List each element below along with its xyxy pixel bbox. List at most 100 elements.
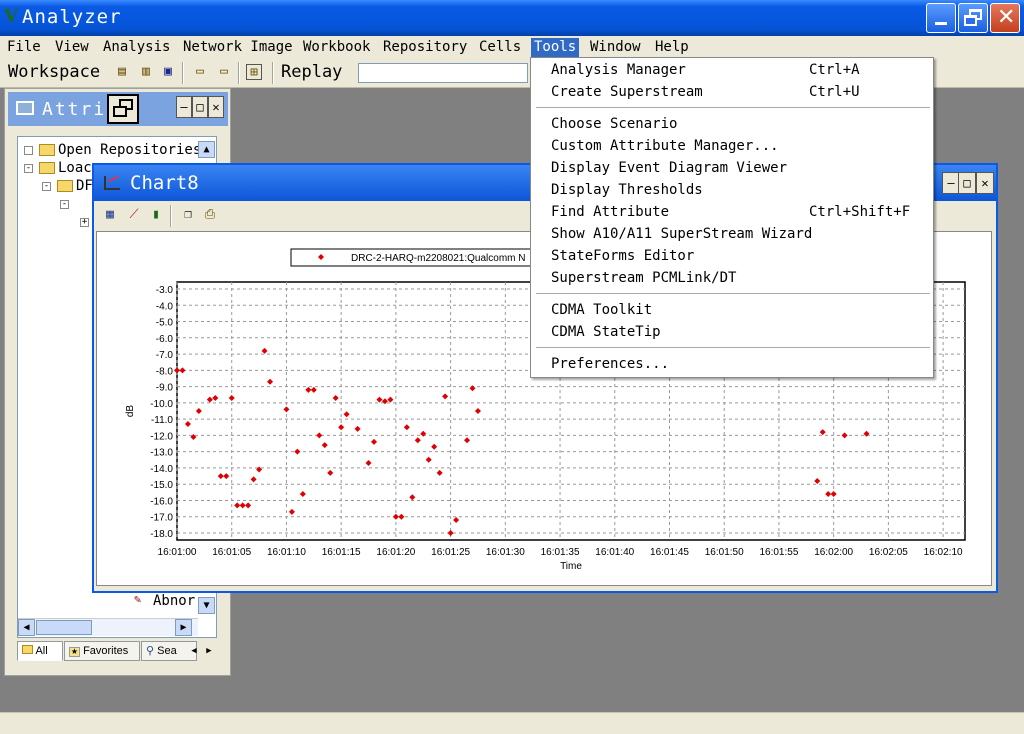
tab-scroll-left-icon[interactable]: ◀: [188, 643, 200, 659]
replay-input[interactable]: [358, 63, 528, 83]
tree-scroll-down-button[interactable]: ▼: [198, 597, 215, 614]
tab-search-label: Sea: [157, 645, 177, 657]
open-folder-icon[interactable]: ▭: [192, 64, 208, 80]
print-icon[interactable]: ⎙: [202, 207, 218, 223]
x-tick-label: 16:01:25: [431, 547, 470, 558]
chart-close-button[interactable]: ✕: [976, 172, 994, 194]
menu-workbook[interactable]: Workbook: [300, 38, 373, 58]
y-tick-label: -6.0: [156, 334, 174, 345]
menu-separator: [536, 347, 930, 348]
chart-series-icon[interactable]: ⟋: [126, 207, 142, 223]
open-workspace-icon[interactable]: ▥: [138, 64, 154, 80]
scroll-right-button[interactable]: ▶: [175, 619, 192, 636]
y-tick-label: -15.0: [150, 480, 173, 491]
minimize-button[interactable]: [926, 3, 956, 33]
tree-collapse-icon[interactable]: -: [60, 200, 69, 209]
tree-collapse-icon[interactable]: -: [24, 164, 33, 173]
menu-cells[interactable]: Cells: [476, 38, 524, 58]
folder-group-icon[interactable]: ▭: [216, 64, 232, 80]
search-icon: ⚲: [146, 645, 155, 657]
scroll-left-button[interactable]: ◀: [18, 619, 35, 636]
folder-icon: [39, 162, 55, 174]
x-tick-label: 16:01:10: [267, 547, 306, 558]
chevron-up-icon: ▲: [203, 144, 210, 155]
menu-view[interactable]: View: [52, 38, 92, 58]
x-tick-label: 16:02:10: [924, 547, 963, 558]
scroll-thumb[interactable]: [36, 620, 92, 635]
y-axis-label: dB: [125, 405, 136, 418]
bar-chart-icon[interactable]: ▮: [148, 207, 164, 223]
tab-all[interactable]: All: [17, 641, 63, 661]
panel-maximize-button[interactable]: □: [192, 96, 208, 118]
menu-repository[interactable]: Repository: [380, 38, 470, 58]
x-tick-label: 16:01:35: [541, 547, 580, 558]
menu-separator: [536, 293, 930, 294]
tab-favorites-label: Favorites: [83, 645, 129, 657]
y-tick-label: -9.0: [156, 383, 174, 394]
menu-analysis-manager[interactable]: Analysis Manager: [551, 62, 686, 78]
panel-minimize-button[interactable]: –: [176, 96, 192, 118]
menu-find-attribute[interactable]: Find Attribute: [551, 204, 669, 220]
window-switch-icon[interactable]: [107, 94, 139, 124]
close-icon: ✕: [997, 5, 1016, 30]
chevron-left-icon: ◀: [23, 622, 30, 633]
tab-all-label: All: [35, 645, 48, 657]
shortcut-ctrl-a: Ctrl+A: [809, 62, 860, 78]
tree-item-open-repositories[interactable]: Open Repositories: [58, 142, 201, 158]
close-button[interactable]: ✕: [990, 3, 1020, 33]
menu-window[interactable]: Window: [587, 38, 644, 58]
menu-analysis[interactable]: Analysis: [100, 38, 173, 58]
chevron-down-icon: ▼: [203, 600, 210, 611]
layout-icon[interactable]: ⊞: [246, 64, 262, 80]
menu-file[interactable]: File: [4, 38, 44, 58]
chart-window-title: Chart8: [130, 172, 199, 194]
tree-item-abnormal[interactable]: Abnor: [153, 593, 195, 609]
menu-display-event-diagram-viewer[interactable]: Display Event Diagram Viewer: [551, 160, 787, 176]
new-workspace-icon[interactable]: ▤: [114, 64, 130, 80]
menu-stateforms-editor[interactable]: StateForms Editor: [551, 248, 694, 264]
tab-scroll-right-icon[interactable]: ▶: [203, 643, 215, 659]
tree-expand-icon[interactable]: +: [80, 218, 89, 227]
analyzer-logo-icon: V: [4, 6, 18, 27]
chart-properties-icon[interactable]: ▦: [102, 207, 118, 223]
tree-scroll-up-button[interactable]: ▲: [198, 141, 215, 158]
copy-icon[interactable]: ❐: [180, 207, 196, 223]
menu-create-superstream[interactable]: Create Superstream: [551, 84, 703, 100]
panel-icon: [16, 101, 34, 115]
menu-network-image[interactable]: Network Image: [180, 38, 296, 58]
tree-item-df[interactable]: DF: [76, 178, 93, 194]
menu-display-thresholds[interactable]: Display Thresholds: [551, 182, 703, 198]
chart-maximize-button[interactable]: □: [958, 172, 976, 194]
legend-label: DRC-2-HARQ-m2208021:Qualcomm N: [351, 253, 526, 264]
menu-custom-attribute-manager[interactable]: Custom Attribute Manager...: [551, 138, 779, 154]
y-tick-label: -16.0: [150, 496, 173, 507]
x-tick-label: 16:01:45: [650, 547, 689, 558]
folder-icon: [57, 180, 73, 192]
menu-bar: File View Analysis Network Image Workboo…: [0, 36, 1024, 58]
tree-item-loaded[interactable]: Loac: [58, 160, 92, 176]
shortcut-ctrl-shift-f: Ctrl+Shift+F: [809, 204, 911, 220]
restore-button[interactable]: [958, 3, 988, 33]
menu-cdma-statetip[interactable]: CDMA StateTip: [551, 324, 661, 340]
tab-favorites[interactable]: ★ Favorites: [64, 641, 140, 661]
replay-label: Replay: [281, 62, 343, 82]
menu-cdma-toolkit[interactable]: CDMA Toolkit: [551, 302, 652, 318]
menu-choose-scenario[interactable]: Choose Scenario: [551, 116, 677, 132]
x-tick-label: 16:01:30: [486, 547, 525, 558]
star-icon: ★: [69, 647, 80, 657]
save-icon[interactable]: ▣: [160, 64, 176, 80]
shortcut-ctrl-u: Ctrl+U: [809, 84, 860, 100]
menu-preferences[interactable]: Preferences...: [551, 356, 669, 372]
tree-expand-icon[interactable]: [24, 146, 33, 155]
x-tick-label: 16:01:50: [705, 547, 744, 558]
y-tick-label: -18.0: [150, 529, 173, 540]
tree-collapse-icon[interactable]: -: [42, 182, 51, 191]
menu-help[interactable]: Help: [652, 38, 692, 58]
chevron-right-icon: ▶: [180, 622, 187, 633]
y-tick-label: -7.0: [156, 350, 174, 361]
menu-show-superstream-wizard[interactable]: Show A10/A11 SuperStream Wizard: [551, 226, 812, 242]
panel-close-button[interactable]: ✕: [208, 96, 224, 118]
menu-tools[interactable]: Tools: [531, 38, 580, 58]
x-tick-label: 16:01:00: [158, 547, 197, 558]
menu-superstream-pcmlink[interactable]: Superstream PCMLink/DT: [551, 270, 736, 286]
